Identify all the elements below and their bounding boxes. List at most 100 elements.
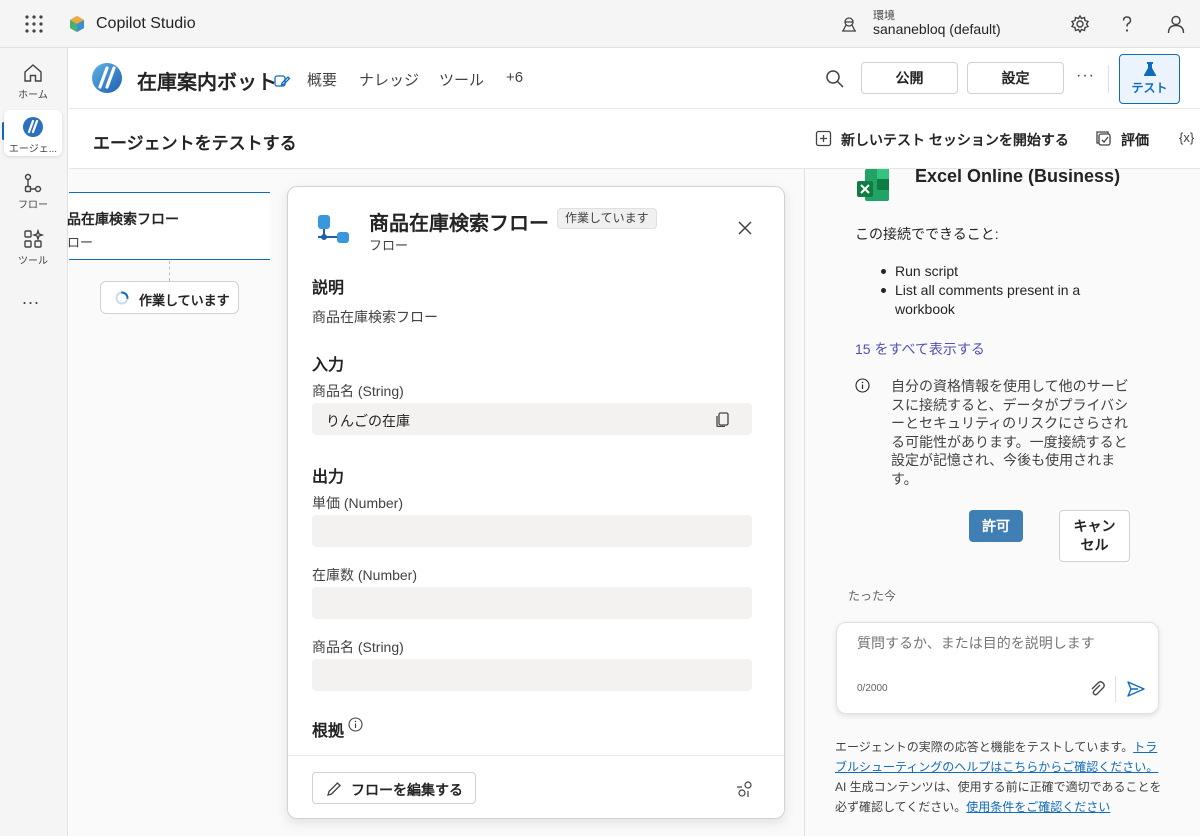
rail-item-home[interactable]: ホーム bbox=[4, 56, 62, 102]
security-warning: 自分の資格情報を使用して他のサービスに接続すると、データがプライバシーとセキュリ… bbox=[891, 378, 1129, 487]
tab-tools[interactable]: ツール bbox=[439, 69, 484, 90]
publish-button[interactable]: 公開 bbox=[861, 62, 958, 94]
description-text: 商品在庫検索フロー bbox=[312, 309, 438, 325]
pencil-icon bbox=[327, 782, 341, 796]
chat-input-box: 0/2000 bbox=[836, 622, 1159, 714]
card-subtitle: フロー bbox=[369, 238, 409, 253]
tab-knowledge[interactable]: ナレッジ bbox=[359, 69, 419, 90]
rail-item-agents[interactable]: エージェ... bbox=[4, 110, 62, 156]
input-value-field: りんごの在庫 bbox=[312, 403, 752, 435]
connection-consent-card: Excel Online (Business) この接続でできること: Run … bbox=[837, 169, 1151, 573]
list-item: List all comments present in a workbook bbox=[881, 281, 1121, 319]
account-icon[interactable] bbox=[1166, 14, 1186, 34]
capabilities-heading: この接続でできること: bbox=[855, 226, 999, 242]
rail-item-tools[interactable]: ツール bbox=[4, 222, 62, 268]
evaluate-button[interactable]: 評価 bbox=[1121, 130, 1149, 150]
tab-overview[interactable]: 概要 bbox=[307, 69, 337, 90]
rail-item-label: エージェ... bbox=[8, 144, 58, 155]
disclaimer-text: エージェントの実際の応答と機能をテストしています。 bbox=[835, 740, 1134, 754]
environment-icon[interactable] bbox=[840, 15, 858, 33]
disclaimer: エージェントの実際の応答と機能をテストしています。トラブルシューティングのヘルプ… bbox=[835, 737, 1165, 817]
description-heading: 説明 bbox=[312, 280, 345, 297]
left-rail: ホーム エージェ... フロー ツール ... bbox=[0, 48, 68, 836]
cancel-label: キャンセル bbox=[1073, 518, 1116, 553]
rail-more-button[interactable]: ... bbox=[22, 288, 40, 309]
working-status-pill: 作業しています bbox=[100, 281, 239, 314]
rationale-heading: 根拠 bbox=[312, 723, 345, 740]
connector-name: Excel Online (Business) bbox=[915, 169, 1121, 186]
agent-icon bbox=[23, 117, 43, 137]
rail-item-label: ツール bbox=[18, 256, 48, 267]
flow-node-type: ロー bbox=[67, 235, 94, 250]
output-label: 商品名 (String) bbox=[312, 639, 404, 655]
new-test-session-button[interactable]: 新しいテスト セッションを開始する bbox=[841, 130, 1069, 150]
attach-icon[interactable] bbox=[1088, 680, 1106, 698]
search-icon[interactable] bbox=[825, 69, 845, 89]
spinner-icon bbox=[115, 291, 129, 305]
allow-button[interactable]: 許可 bbox=[969, 510, 1023, 542]
message-timestamp: たった今 bbox=[848, 589, 897, 603]
capabilities-list: Run script List all comments present in … bbox=[881, 262, 1121, 319]
edit-agent-icon[interactable] bbox=[273, 71, 291, 89]
tab-more[interactable]: +6 bbox=[506, 69, 523, 86]
input-label: 商品名 (String) bbox=[312, 383, 404, 399]
edit-flow-button[interactable]: フローを編集する bbox=[312, 772, 476, 804]
output-value-field bbox=[312, 515, 752, 547]
card-title: 商品在庫検索フロー bbox=[369, 213, 549, 235]
flow-icon bbox=[318, 215, 349, 243]
status-badge: 作業しています bbox=[557, 208, 657, 229]
output-label: 在庫数 (Number) bbox=[312, 567, 418, 583]
outputs-heading: 出力 bbox=[312, 469, 345, 486]
node-connector bbox=[169, 261, 170, 281]
top-bar: Copilot Studio 環境 sananebloq (default) bbox=[0, 0, 1200, 48]
environment-value[interactable]: sananebloq (default) bbox=[873, 21, 1001, 37]
agent-logo-icon bbox=[92, 63, 122, 93]
character-counter: 0/2000 bbox=[857, 683, 888, 694]
output-value-field bbox=[312, 659, 752, 691]
variables-button[interactable]: {x} bbox=[1179, 130, 1194, 145]
add-session-icon[interactable] bbox=[815, 130, 832, 147]
home-icon bbox=[24, 64, 42, 82]
agent-header: 在庫案内ボット 概要 ナレッジ ツール +6 公開 設定 ··· テスト bbox=[69, 49, 1200, 109]
chat-panel: Excel Online (Business) この接続でできること: Run … bbox=[804, 169, 1200, 836]
close-icon[interactable] bbox=[737, 220, 753, 236]
output-label: 単価 (Number) bbox=[312, 495, 404, 511]
chat-input[interactable] bbox=[857, 635, 1147, 651]
app-name: Copilot Studio bbox=[96, 15, 196, 32]
copilot-logo-icon bbox=[70, 16, 84, 32]
output-value-field bbox=[312, 587, 752, 619]
edit-flow-label: フローを編集する bbox=[351, 782, 463, 798]
flow-node[interactable]: 品在庫検索フロー ロー bbox=[67, 192, 270, 260]
rail-item-label: ホーム bbox=[18, 90, 48, 101]
header-divider bbox=[1108, 65, 1109, 93]
send-icon[interactable] bbox=[1126, 679, 1146, 699]
flow-icon bbox=[24, 173, 42, 193]
tools-icon bbox=[24, 228, 44, 248]
show-all-link[interactable]: 15 をすべて表示する bbox=[855, 339, 985, 359]
flow-node-title: 品在庫検索フロー bbox=[67, 211, 179, 227]
rail-item-label: フロー bbox=[18, 200, 48, 211]
inputs-heading: 入力 bbox=[312, 357, 345, 374]
rail-item-flows[interactable]: フロー bbox=[4, 166, 62, 212]
flow-detail-card: 商品在庫検索フロー 作業しています フロー 説明 商品在庫検索フロー 入力 商品… bbox=[287, 186, 785, 819]
working-status-label: 作業しています bbox=[139, 293, 230, 308]
more-options-button[interactable]: ··· bbox=[1076, 67, 1095, 85]
settings-button[interactable]: 設定 bbox=[967, 62, 1064, 94]
test-panel-header: エージェントをテストする 新しいテスト セッションを開始する 評価 {x} bbox=[69, 109, 1200, 169]
waffle-icon[interactable] bbox=[24, 14, 44, 34]
copy-icon[interactable] bbox=[715, 411, 731, 427]
list-item: Run script bbox=[881, 262, 1121, 281]
cancel-button[interactable]: キャンセル bbox=[1059, 510, 1130, 562]
help-icon[interactable] bbox=[1117, 14, 1137, 34]
info-icon bbox=[855, 378, 870, 393]
info-icon[interactable] bbox=[348, 717, 363, 732]
evaluate-icon[interactable] bbox=[1095, 130, 1112, 147]
test-button[interactable]: テスト bbox=[1119, 54, 1180, 104]
feedback-icon[interactable] bbox=[736, 780, 754, 798]
input-divider bbox=[1115, 676, 1116, 702]
settings-icon[interactable] bbox=[1070, 14, 1090, 34]
terms-link[interactable]: 使用条件をご確認ください bbox=[966, 800, 1110, 814]
test-button-label: テスト bbox=[1131, 81, 1168, 95]
agent-name: 在庫案内ボット bbox=[137, 72, 277, 94]
test-flask-icon bbox=[1143, 62, 1156, 76]
